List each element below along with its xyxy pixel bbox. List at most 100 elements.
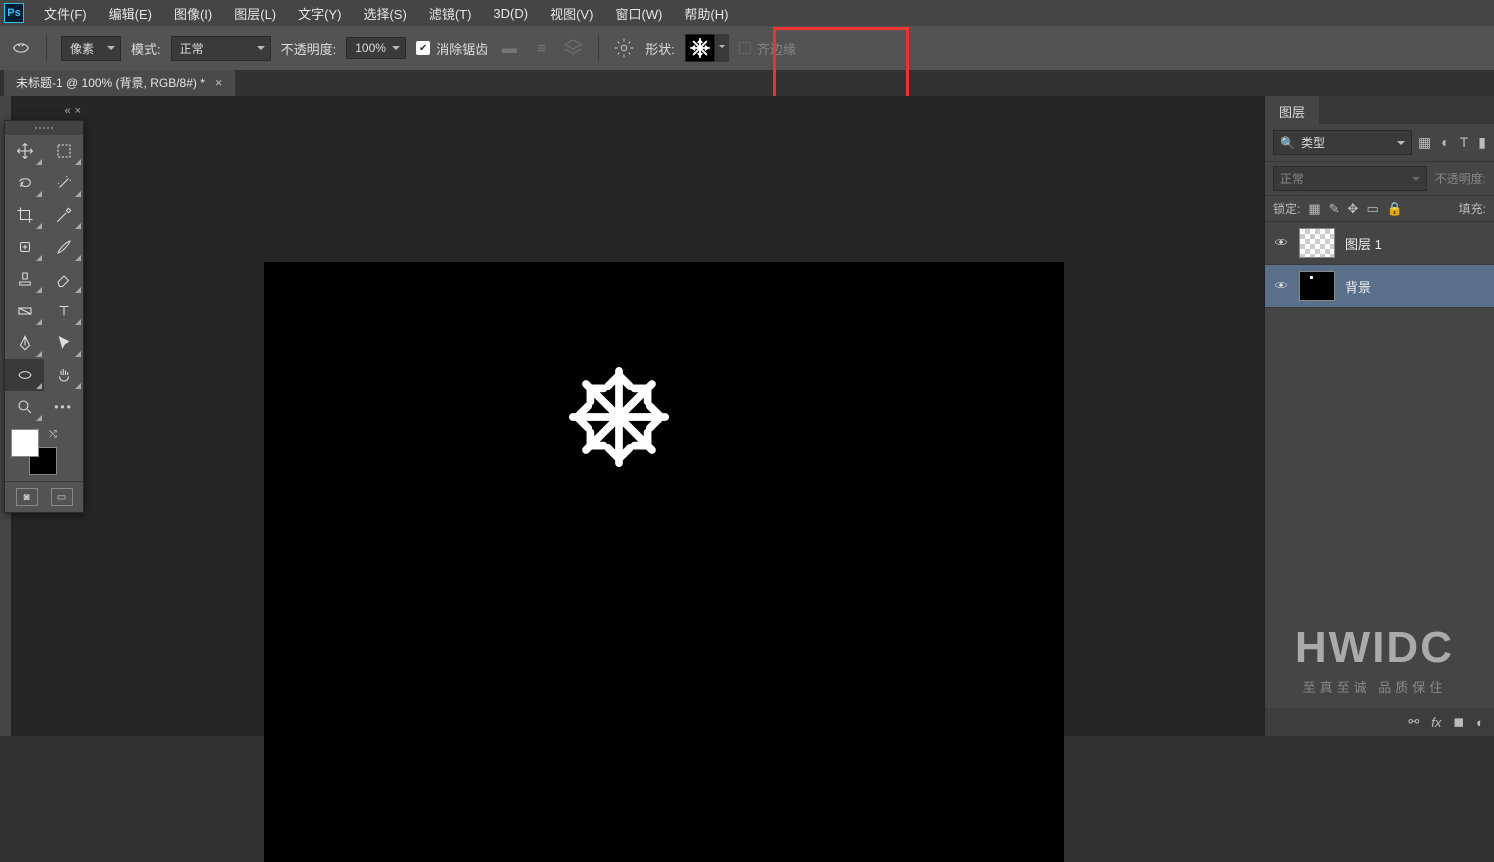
filter-pixel-icon[interactable]: ▦ [1418,134,1431,151]
snowflake-icon [689,37,711,59]
ps-logo-icon: Ps [4,3,24,23]
layer-thumbnail[interactable] [1299,271,1335,301]
layers-tab[interactable]: 图层 [1265,96,1319,124]
menu-layer[interactable]: 图层(L) [224,0,286,27]
quickmask-icon[interactable]: ◙ [16,488,38,506]
layer-mask-icon[interactable]: ◼ [1453,714,1464,730]
toolbox-panel: «× ••• ⤭ ◙ ▭ [4,120,84,513]
eyedropper-tool[interactable] [44,199,83,231]
watermark-subtitle: 至真至诚 品质保住 [1295,677,1454,696]
close-tab-icon[interactable]: × [215,75,223,90]
type-tool[interactable] [44,295,83,327]
fill-label: 填充: [1459,200,1486,217]
mode-label: 模式: [131,39,161,58]
shape-label: 形状: [645,39,675,58]
shape-swatch[interactable] [685,34,715,62]
healing-tool[interactable] [5,231,44,263]
lock-pixels-icon[interactable]: ▦ [1308,201,1320,217]
filter-shape-icon[interactable]: ▮ [1478,134,1486,151]
watermark-title: HWIDC [1295,623,1454,673]
filter-adjust-icon[interactable]: ◐ [1441,134,1449,151]
swap-colors-icon[interactable]: ⤭ [49,429,57,440]
options-bar: 像素 模式: 正常 不透明度: 100% ✔ 消除锯齿 ▬ ≡ 形状: 齐边缘 [0,26,1494,70]
layers-panel-footer: ⚯ fx ◼ ◐ [1265,708,1494,736]
menu-type[interactable]: 文字(Y) [288,0,351,27]
blend-mode-select[interactable]: 正常 [171,36,271,61]
crop-tool[interactable] [5,199,44,231]
visibility-toggle[interactable] [1273,235,1289,252]
align-left-icon[interactable]: ▬ [498,37,520,59]
layer-thumbnail[interactable] [1299,228,1335,258]
color-swatches: ⤭ [5,423,83,481]
antialias-label: 消除锯齿 [436,39,488,58]
document-title: 未标题-1 @ 100% (背景, RGB/8#) * [16,74,205,91]
layer-filter-select[interactable]: 🔍 类型 [1273,130,1412,155]
size-unit-select[interactable]: 像素 [61,36,121,61]
layer-row[interactable]: 背景 [1265,265,1494,308]
align-edges-checkbox[interactable] [739,42,751,54]
menu-edit[interactable]: 编辑(E) [99,0,162,27]
toolbox-grip[interactable] [5,121,83,135]
workspace: 图层 🔍 类型 ▦ ◐ T ▮ 正常 不透明度: 锁定: ▦ ✎ [0,96,1494,736]
align-center-icon[interactable]: ≡ [530,37,552,59]
menu-file[interactable]: 文件(F) [34,0,97,27]
filter-type-icon[interactable]: T [1460,134,1469,151]
adjustment-layer-icon[interactable]: ◐ [1476,715,1484,730]
layer-filter-value: 类型 [1301,134,1325,151]
menu-3d[interactable]: 3D(D) [483,2,538,25]
marquee-tool[interactable] [44,135,83,167]
opacity-value: 100% [355,41,386,55]
move-tool[interactable] [5,135,44,167]
snowflake-shape [564,362,674,472]
more-tools[interactable]: ••• [44,391,83,423]
menu-window[interactable]: 窗口(W) [605,0,672,27]
opacity-select[interactable]: 100% [346,37,406,59]
screenmode-icon[interactable]: ▭ [51,488,73,506]
layer-fx-icon[interactable]: fx [1431,715,1441,730]
tool-preset-icon[interactable] [10,37,32,59]
canvas-area [12,96,1264,736]
lock-position-icon[interactable]: ✥ [1348,201,1359,217]
link-layers-icon[interactable]: ⚯ [1408,714,1419,730]
menu-filter[interactable]: 滤镜(T) [419,0,482,27]
layer-opacity-label: 不透明度: [1435,170,1486,187]
toolbox-collapse[interactable]: «× [64,105,81,117]
gradient-tool[interactable] [5,295,44,327]
blend-mode-value: 正常 [180,42,204,56]
layer-blend-select[interactable]: 正常 [1273,166,1427,191]
lasso-tool[interactable] [5,167,44,199]
layer-row[interactable]: 图层 1 [1265,222,1494,265]
menu-image[interactable]: 图像(I) [164,0,222,27]
gear-icon[interactable] [613,37,635,59]
hand-tool[interactable] [44,359,83,391]
lock-label: 锁定: [1273,200,1300,217]
brush-tool[interactable] [44,231,83,263]
path-select-tool[interactable] [44,327,83,359]
pen-tool[interactable] [5,327,44,359]
align-edges-label: 齐边缘 [757,39,796,58]
shape-dropdown[interactable] [715,34,729,62]
watermark: HWIDC 至真至诚 品质保住 [1295,623,1454,696]
stamp-tool[interactable] [5,263,44,295]
size-unit-value: 像素 [70,42,94,56]
opacity-label: 不透明度: [281,39,337,58]
layer-name: 背景 [1345,277,1371,296]
menu-view[interactable]: 视图(V) [540,0,603,27]
magic-wand-tool[interactable] [44,167,83,199]
zoom-tool[interactable] [5,391,44,423]
document-tab-bar: 未标题-1 @ 100% (背景, RGB/8#) * × [0,70,1494,96]
menu-select[interactable]: 选择(S) [353,0,416,27]
custom-shape-tool[interactable] [5,359,44,391]
lock-all-icon[interactable]: 🔒 [1387,201,1403,217]
layer-name: 图层 1 [1345,234,1382,253]
visibility-toggle[interactable] [1273,278,1289,295]
antialias-checkbox[interactable]: ✔ [416,41,430,55]
document-tab[interactable]: 未标题-1 @ 100% (背景, RGB/8#) * × [4,68,235,96]
document-canvas[interactable] [264,262,1064,862]
lock-artboard-icon[interactable]: ▭ [1366,201,1378,217]
eraser-tool[interactable] [44,263,83,295]
lock-paint-icon[interactable]: ✎ [1329,201,1340,217]
foreground-color[interactable] [11,429,39,457]
menu-help[interactable]: 帮助(H) [674,0,738,27]
layers-stack-icon[interactable] [562,37,584,59]
